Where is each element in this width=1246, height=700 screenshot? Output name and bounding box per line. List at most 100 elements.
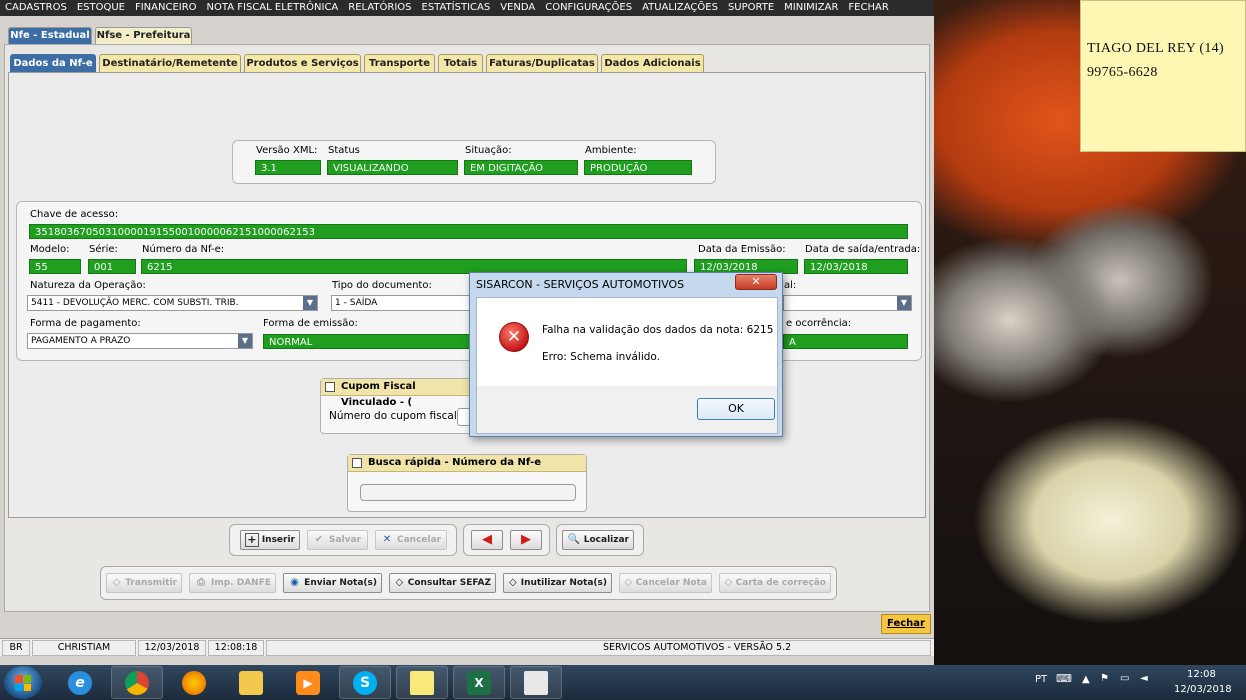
tipo-doc-select[interactable]: 1 - SAÍDA [331, 295, 471, 311]
tab-produtos[interactable]: Produtos e Serviços [244, 54, 361, 72]
clock-date[interactable]: 12/03/2018 [1174, 684, 1232, 695]
chevron-down-icon[interactable]: ▼ [303, 296, 317, 310]
cancelar-nota-button[interactable]: ◇ Cancelar Nota [619, 573, 712, 593]
serie-field[interactable]: 001 [88, 259, 136, 274]
language-indicator[interactable]: PT [1035, 674, 1047, 685]
inutilizar-nota-button[interactable]: ◇ Inutilizar Nota(s) [503, 573, 612, 593]
chave-label: Chave de acesso: [30, 209, 119, 220]
imp-danfe-button[interactable]: ⎙ Imp. DANFE [189, 573, 276, 593]
fechar-button[interactable]: Fechar [881, 614, 931, 634]
close-button[interactable]: ✕ [735, 274, 777, 290]
arrow-left-icon: ◀ [482, 532, 492, 547]
modelo-label: Modelo: [30, 244, 70, 255]
taskbar-media-player[interactable]: ▶ [282, 666, 334, 699]
taskbar-excel[interactable]: X [453, 666, 505, 699]
sticky-note[interactable]: TIAGO DEL REY (14) 99765-6628 [1080, 0, 1246, 152]
menu-atualizacoes[interactable]: ATUALIZAÇÕES [637, 0, 723, 16]
taskbar-sticky-notes[interactable] [396, 666, 448, 699]
cupom-fiscal-header: Cupom Fiscal Vinculado - ( [321, 379, 471, 408]
data-saida-label: Data de saída/entrada: [805, 244, 921, 255]
tab-nfse-prefeitura[interactable]: Nfse - Prefeitura [95, 27, 192, 44]
busca-rapida-input[interactable] [360, 484, 576, 501]
busca-checkbox[interactable] [352, 458, 362, 468]
partial-label: al: [784, 280, 797, 291]
menu-suporte[interactable]: SUPORTE [723, 0, 779, 16]
taskbar-file-explorer[interactable] [225, 666, 277, 699]
imp-danfe-label: Imp. DANFE [211, 578, 271, 588]
globe-icon: ◉ [290, 577, 299, 588]
status-app-version: SERVICOS AUTOMOTIVOS - VERSÃO 5.2 [266, 640, 931, 656]
firefox-icon [182, 670, 206, 695]
menu-nota-fiscal[interactable]: NOTA FISCAL ELETRÔNICA [202, 0, 344, 16]
carta-correcao-button[interactable]: ◇ Carta de correção [719, 573, 831, 593]
menu-fechar[interactable]: FECHAR [843, 0, 893, 16]
chevron-down-icon[interactable]: ▼ [238, 334, 252, 348]
tab-dados-adicionais[interactable]: Dados Adicionais [601, 54, 704, 72]
tab-nfe-estadual[interactable]: Nfe - Estadual [8, 27, 92, 44]
menu-cadastros[interactable]: CADASTROS [0, 0, 72, 16]
start-button[interactable] [4, 666, 42, 699]
previous-button[interactable]: ◀ [471, 530, 503, 550]
right-select[interactable]: ▼ [783, 295, 912, 311]
numero-label: Número da Nf-e: [142, 244, 225, 255]
tag-icon: ◇ [395, 577, 404, 588]
tab-totais[interactable]: Totais [438, 54, 483, 72]
chrome-icon [125, 670, 149, 695]
volume-icon[interactable]: ◄ [1140, 673, 1148, 684]
next-button[interactable]: ▶ [510, 530, 542, 550]
salvar-button[interactable]: ✔ Salvar [307, 530, 368, 550]
inserir-label: Inserir [261, 535, 295, 545]
menu-configuracoes[interactable]: CONFIGURAÇÕES [540, 0, 637, 16]
natureza-value: 5411 - DEVOLUÇÃO MERC. COM SUBSTI. TRIB. [31, 298, 239, 308]
cupom-checkbox[interactable] [325, 382, 335, 392]
ambiente-label: Ambiente: [585, 145, 637, 156]
enviar-nota-label: Enviar Nota(s) [304, 578, 377, 588]
menu-estatisticas[interactable]: ESTATÍSTICAS [417, 0, 496, 16]
plus-icon: + [245, 533, 259, 547]
sticky-notes-icon [410, 670, 434, 695]
taskbar-chrome[interactable] [111, 666, 163, 699]
enviar-nota-button[interactable]: ◉ Enviar Nota(s) [283, 573, 382, 593]
emissao-field[interactable]: NORMAL [263, 334, 471, 349]
serie-label: Série: [89, 244, 118, 255]
menu-venda[interactable]: VENDA [495, 0, 540, 16]
chave-field[interactable]: 3518036705031000019155001000006215100006… [29, 224, 908, 239]
tab-faturas[interactable]: Faturas/Duplicatas [486, 54, 598, 72]
inserir-button[interactable]: + Inserir [240, 530, 300, 550]
tab-destinatario[interactable]: Destinatário/Remetente [99, 54, 241, 72]
keyboard-icon[interactable]: ⌨ [1056, 672, 1072, 685]
taskbar-app[interactable] [510, 666, 562, 699]
modelo-field[interactable]: 55 [29, 259, 81, 274]
status-date: 12/03/2018 [138, 640, 206, 656]
status-time: 12:08:18 [208, 640, 264, 656]
sticky-note-line2: 99765-6628 [1087, 65, 1158, 80]
localizar-button[interactable]: 🔍 Localizar [562, 530, 634, 550]
dialog-message-2: Erro: Schema inválido. [542, 351, 661, 363]
flag-icon[interactable]: ⚑ [1100, 673, 1109, 684]
status-field: VISUALIZANDO [327, 160, 458, 175]
tab-dados-nfe[interactable]: Dados da Nf-e [10, 54, 96, 72]
show-hidden-icons-icon[interactable]: ▲ [1082, 674, 1090, 685]
transmitir-label: Transmitir [125, 578, 177, 588]
network-icon[interactable]: ▭ [1120, 673, 1129, 684]
data-saida-field[interactable]: 12/03/2018 [804, 259, 908, 274]
taskbar-skype[interactable]: S [339, 666, 391, 699]
pagamento-select[interactable]: PAGAMENTO A PRAZO ▼ [27, 333, 253, 349]
taskbar-firefox[interactable] [168, 666, 220, 699]
transmitir-button[interactable]: ◇ Transmitir [106, 573, 182, 593]
dialog-message-1: Falha na validação dos dados da nota: 62… [542, 324, 774, 336]
tab-transporte[interactable]: Transporte [364, 54, 435, 72]
chevron-down-icon[interactable]: ▼ [897, 296, 911, 310]
consultar-sefaz-button[interactable]: ◇ Consultar SEFAZ [389, 573, 496, 593]
tag-icon: ◇ [112, 577, 121, 588]
menu-minimizar[interactable]: MINIMIZAR [779, 0, 843, 16]
ocorrencia-field[interactable]: A [783, 334, 908, 349]
menu-financeiro[interactable]: FINANCEIRO [130, 0, 202, 16]
menu-estoque[interactable]: ESTOQUE [72, 0, 130, 16]
natureza-select[interactable]: 5411 - DEVOLUÇÃO MERC. COM SUBSTI. TRIB.… [27, 295, 318, 311]
cancelar-button[interactable]: ✕ Cancelar [375, 530, 447, 550]
ok-button[interactable]: OK [697, 398, 775, 420]
taskbar-internet-explorer[interactable]: e [54, 666, 106, 699]
menu-relatorios[interactable]: RELATÓRIOS [343, 0, 416, 16]
clock-time[interactable]: 12:08 [1187, 669, 1216, 680]
